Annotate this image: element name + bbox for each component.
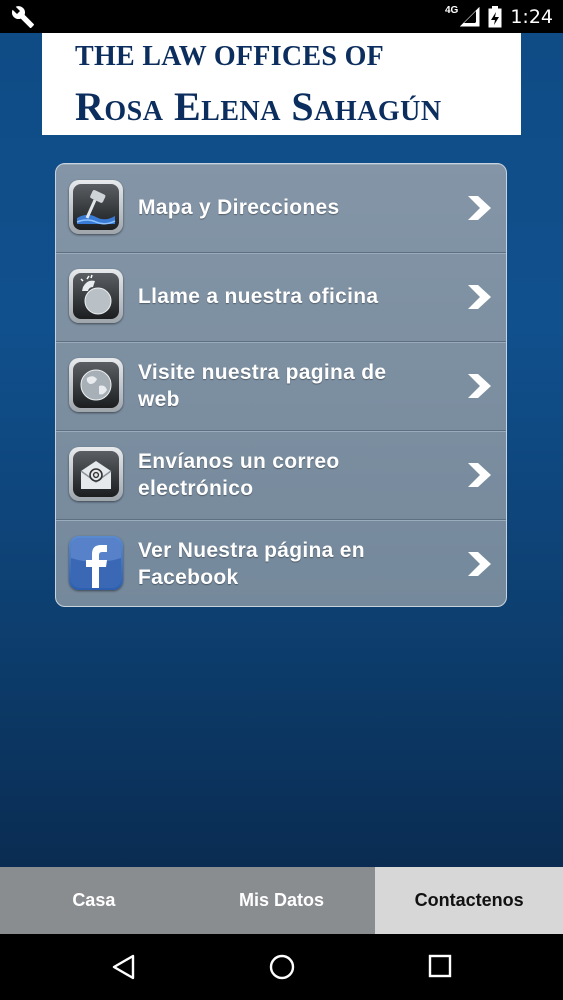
chevron-right-icon [468, 196, 491, 220]
signal-icon [460, 6, 480, 26]
tab-casa[interactable]: Casa [0, 867, 188, 934]
contact-menu: Mapa y Direcciones Llame a nuestra ofici… [55, 163, 507, 607]
globe-icon [69, 358, 123, 412]
banner-title-line2: Rosa Elena Sahagún [75, 84, 442, 129]
chevron-right-icon [468, 552, 491, 576]
system-nav-bar [0, 934, 563, 1000]
chevron-right-icon [468, 463, 491, 487]
menu-item-map[interactable]: Mapa y Direcciones [56, 164, 506, 253]
menu-item-label: Mapa y Direcciones [138, 196, 340, 219]
chevron-right-icon [468, 374, 491, 398]
back-icon[interactable] [111, 954, 137, 980]
menu-item-label: Llame a nuestra oficina [138, 285, 379, 308]
network-type: 4G [444, 5, 459, 16]
chevron-right-icon [468, 285, 491, 309]
menu-item-facebook[interactable]: Ver Nuestra página en Facebook [56, 520, 506, 606]
map-pin-icon [69, 180, 123, 234]
menu-item-label: Ver Nuestra página en Facebook [138, 538, 365, 589]
app-content: The Law Offices of Rosa Elena Sahagún Ma… [0, 33, 563, 867]
status-bar: 4G 1:24 [0, 0, 563, 33]
tab-contactenos[interactable]: Contactenos [375, 867, 563, 934]
home-icon[interactable] [268, 954, 296, 982]
facebook-icon [69, 536, 123, 590]
banner-title-line1: The Law Offices of [75, 41, 385, 72]
menu-item-email[interactable]: Envíanos un correo electrónico [56, 431, 506, 520]
tab-mis-datos[interactable]: Mis Datos [188, 867, 376, 934]
phone-icon [69, 269, 123, 323]
header-banner: The Law Offices of Rosa Elena Sahagún [42, 33, 521, 135]
menu-item-label: Envíanos un correo electrónico [138, 449, 340, 500]
bottom-tab-bar: Casa Mis Datos Contactenos [0, 867, 563, 934]
recents-icon[interactable] [428, 954, 452, 978]
menu-item-label: Visite nuestra pagina de web [138, 360, 387, 411]
clock: 1:24 [510, 5, 553, 28]
email-icon [69, 447, 123, 501]
menu-item-call[interactable]: Llame a nuestra oficina [56, 253, 506, 342]
battery-icon [488, 5, 502, 27]
wrench-icon [11, 6, 34, 28]
menu-item-website[interactable]: Visite nuestra pagina de web [56, 342, 506, 431]
